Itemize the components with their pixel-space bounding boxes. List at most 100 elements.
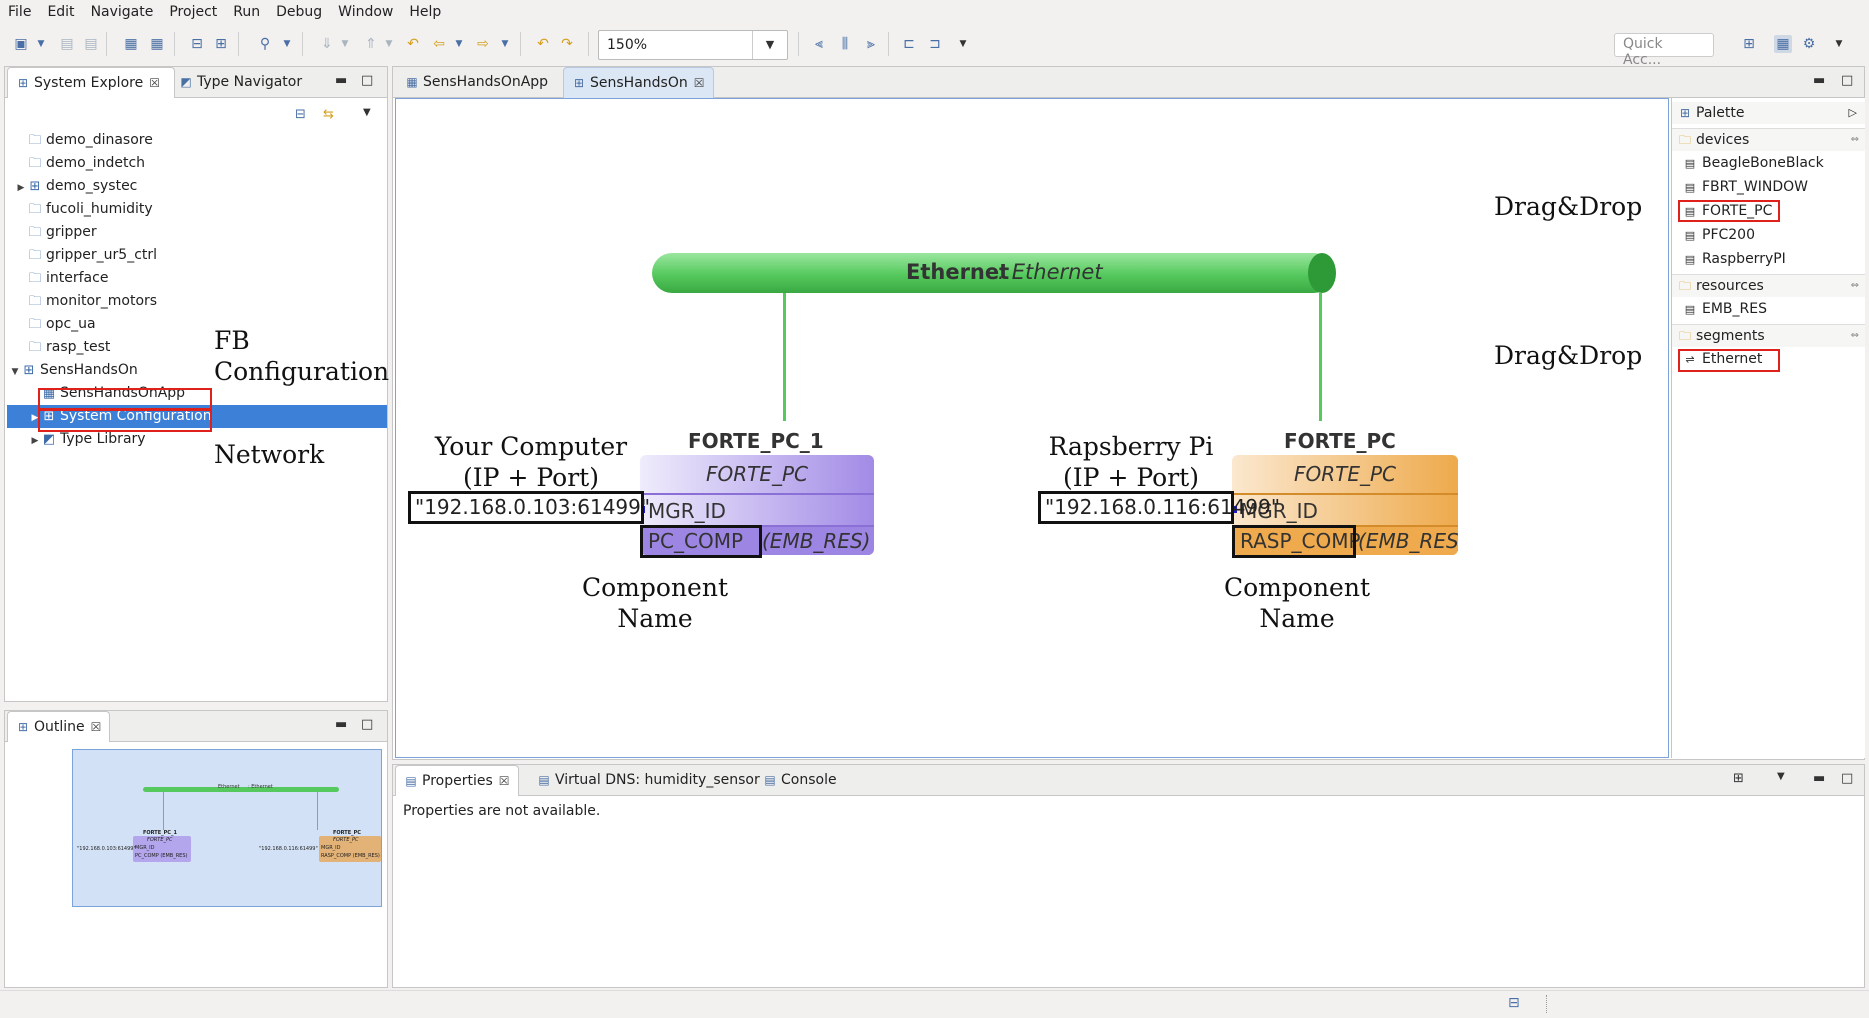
align-right-icon[interactable]: ⫸	[862, 35, 880, 53]
tree-item[interactable]: ▦ SensHandsOnApp	[29, 382, 185, 405]
tree-item[interactable]: 🗀 rasp_test	[15, 336, 110, 359]
align-left-icon[interactable]: ⫷	[810, 35, 828, 53]
tab-outline[interactable]: ⊞ Outline ☒	[7, 711, 111, 742]
menu-run[interactable]: Run	[225, 4, 268, 20]
align-center-icon[interactable]: ⫼	[836, 35, 854, 53]
search-icon[interactable]: ⚲	[256, 35, 274, 53]
maximize-icon[interactable]: □	[361, 717, 373, 732]
match-height-icon[interactable]: ⊐	[926, 35, 944, 53]
tab-senshandsonapp[interactable]: ▦ SensHandsOnApp	[397, 67, 556, 97]
forward-icon[interactable]: ⇨	[474, 35, 492, 53]
tab-senshandson[interactable]: ⊞ SensHandsOn ☒	[563, 67, 714, 98]
trash-icon[interactable]: ⊟	[188, 35, 206, 53]
tree-item[interactable]: 🗀 monitor_motors	[15, 290, 157, 313]
pin-icon[interactable]: ⇔	[1851, 129, 1859, 151]
minimize-icon[interactable]: ▬	[335, 717, 347, 732]
chevron-down-icon[interactable]: ▼	[752, 31, 787, 59]
minimize-icon[interactable]: ▬	[1813, 73, 1825, 88]
view-menu-icon[interactable]: ▼	[1777, 771, 1785, 782]
palette-item-forte-pc[interactable]: ▤ FORTE_PC	[1682, 200, 1773, 222]
tree-item[interactable]: 🗀 gripper_ur5_ctrl	[15, 244, 157, 267]
save-all-icon[interactable]: ▤	[82, 35, 100, 53]
tab-system-explorer[interactable]: ⊞ System Explore ☒	[7, 67, 175, 98]
collapse-palette-icon[interactable]: ▷	[1849, 102, 1857, 124]
back-dropdown-icon[interactable]: ▼	[450, 35, 468, 53]
minimize-icon[interactable]: ▬	[1813, 771, 1825, 786]
ip-port-value[interactable]: "192.168.0.103:61499"	[408, 491, 650, 524]
palette-group-segments[interactable]: 🗀 segments ⇔	[1672, 324, 1865, 347]
search-dropdown-icon[interactable]: ▼	[278, 35, 296, 53]
link-editor-icon[interactable]: ⇆	[323, 107, 334, 122]
tree-item[interactable]: 🗀 demo_indetch	[15, 152, 145, 175]
tab-type-navigator[interactable]: ◩ Type Navigator	[171, 67, 310, 97]
zoom-combo[interactable]: 150% ▼	[598, 30, 788, 60]
perspective-open-icon[interactable]: ⊞	[1740, 35, 1758, 53]
palette-item[interactable]: ▤ RaspberryPI	[1682, 248, 1786, 270]
next-dropdown-icon[interactable]: ▼	[336, 35, 354, 53]
undo-icon[interactable]: ↶	[534, 35, 552, 53]
tab-virtual-dns[interactable]: ▤ Virtual DNS: humidity_sensor	[529, 765, 768, 795]
redo-icon[interactable]: ↷	[558, 35, 576, 53]
new-icon[interactable]: ▣	[12, 35, 30, 53]
close-icon[interactable]: ☒	[149, 76, 160, 90]
pin-view-icon[interactable]: ⊞	[1733, 771, 1744, 786]
tree-item[interactable]: 🗀 fucoli_humidity	[15, 198, 152, 221]
last-edit-icon[interactable]: ↶	[404, 35, 422, 53]
maximize-icon[interactable]: □	[1841, 73, 1853, 88]
tree-item[interactable]: 🗀 demo_dinasore	[15, 129, 152, 152]
palette-item-ethernet[interactable]: ⇌ Ethernet	[1682, 348, 1762, 370]
match-dropdown-icon[interactable]: ▼	[954, 35, 972, 53]
tree-item[interactable]: 🗀 gripper	[15, 221, 96, 244]
expand-icon[interactable]: ▶	[29, 407, 41, 430]
deploy-icon[interactable]: ⊞	[212, 35, 230, 53]
close-icon[interactable]: ☒	[694, 76, 705, 90]
prev-dropdown-icon[interactable]: ▼	[380, 35, 398, 53]
outline-viewport[interactable]: Ethernet : Ethernet FORTE_PC_1 FORTE_PC …	[72, 749, 382, 907]
menu-navigate[interactable]: Navigate	[83, 4, 162, 20]
palette-group-resources[interactable]: 🗀 resources ⇔	[1672, 274, 1865, 297]
pin-icon[interactable]: ⇔	[1851, 325, 1859, 347]
next-annotation-icon[interactable]: ⇓	[318, 35, 336, 53]
view-menu-icon[interactable]: ▼	[363, 107, 371, 118]
collapse-icon[interactable]: ▼	[9, 361, 21, 384]
tab-properties[interactable]: ▤ Properties ☒	[395, 765, 519, 796]
save-icon[interactable]: ▤	[58, 35, 76, 53]
expand-icon[interactable]: ▶	[15, 177, 27, 200]
status-icon[interactable]: ⊟	[1508, 995, 1520, 1011]
pin-icon[interactable]: ⇔	[1851, 275, 1859, 297]
tree-item[interactable]: 🗀 opc_ua	[15, 313, 95, 336]
palette-item[interactable]: ▤ EMB_RES	[1682, 298, 1767, 320]
export-icon[interactable]: ▦	[148, 35, 166, 53]
expand-icon[interactable]: ▶	[29, 430, 41, 453]
quick-access-input[interactable]: Quick Acc...	[1614, 33, 1714, 68]
system-configuration-canvas[interactable]: Ethernet : Ethernet Drag&Drop Drag&Drop …	[395, 98, 1669, 758]
tree-item[interactable]: ▶ ⊞ demo_systec	[15, 175, 138, 200]
menu-project[interactable]: Project	[161, 4, 225, 20]
tree-item-system-configuration[interactable]: ▶ ⊞ System Configuration	[7, 405, 387, 428]
tree-item[interactable]: ▼ ⊞ SensHandsOn	[9, 359, 138, 382]
palette-item[interactable]: ▤ BeagleBoneBlack	[1682, 152, 1824, 174]
menu-debug[interactable]: Debug	[268, 4, 330, 20]
palette-item[interactable]: ▤ FBRT_WINDOW	[1682, 176, 1808, 198]
print-icon[interactable]: ▦	[122, 35, 140, 53]
close-icon[interactable]: ☒	[499, 774, 510, 788]
menu-help[interactable]: Help	[401, 4, 449, 20]
back-icon[interactable]: ⇦	[430, 35, 448, 53]
maximize-icon[interactable]: □	[361, 73, 373, 88]
prev-annotation-icon[interactable]: ⇑	[362, 35, 380, 53]
menu-file[interactable]: File	[0, 4, 39, 20]
collapse-all-icon[interactable]: ⊟	[295, 107, 306, 122]
match-width-icon[interactable]: ⊏	[900, 35, 918, 53]
close-icon[interactable]: ☒	[91, 720, 102, 734]
forward-dropdown-icon[interactable]: ▼	[496, 35, 514, 53]
debug-perspective-icon[interactable]: ⚙	[1800, 35, 1818, 53]
tree-item[interactable]: ▶ ◩ Type Library	[29, 428, 146, 451]
menu-edit[interactable]: Edit	[39, 4, 82, 20]
palette-group-devices[interactable]: 🗀 devices ⇔	[1672, 128, 1865, 151]
menu-window[interactable]: Window	[330, 4, 401, 20]
4diac-perspective-icon[interactable]: ▦	[1774, 35, 1792, 53]
ip-port-value[interactable]: "192.168.0.116:61499"	[1038, 491, 1280, 524]
new-dropdown-icon[interactable]: ▼	[32, 35, 50, 53]
maximize-icon[interactable]: □	[1841, 771, 1853, 786]
tab-console[interactable]: ▤ Console	[755, 765, 845, 795]
